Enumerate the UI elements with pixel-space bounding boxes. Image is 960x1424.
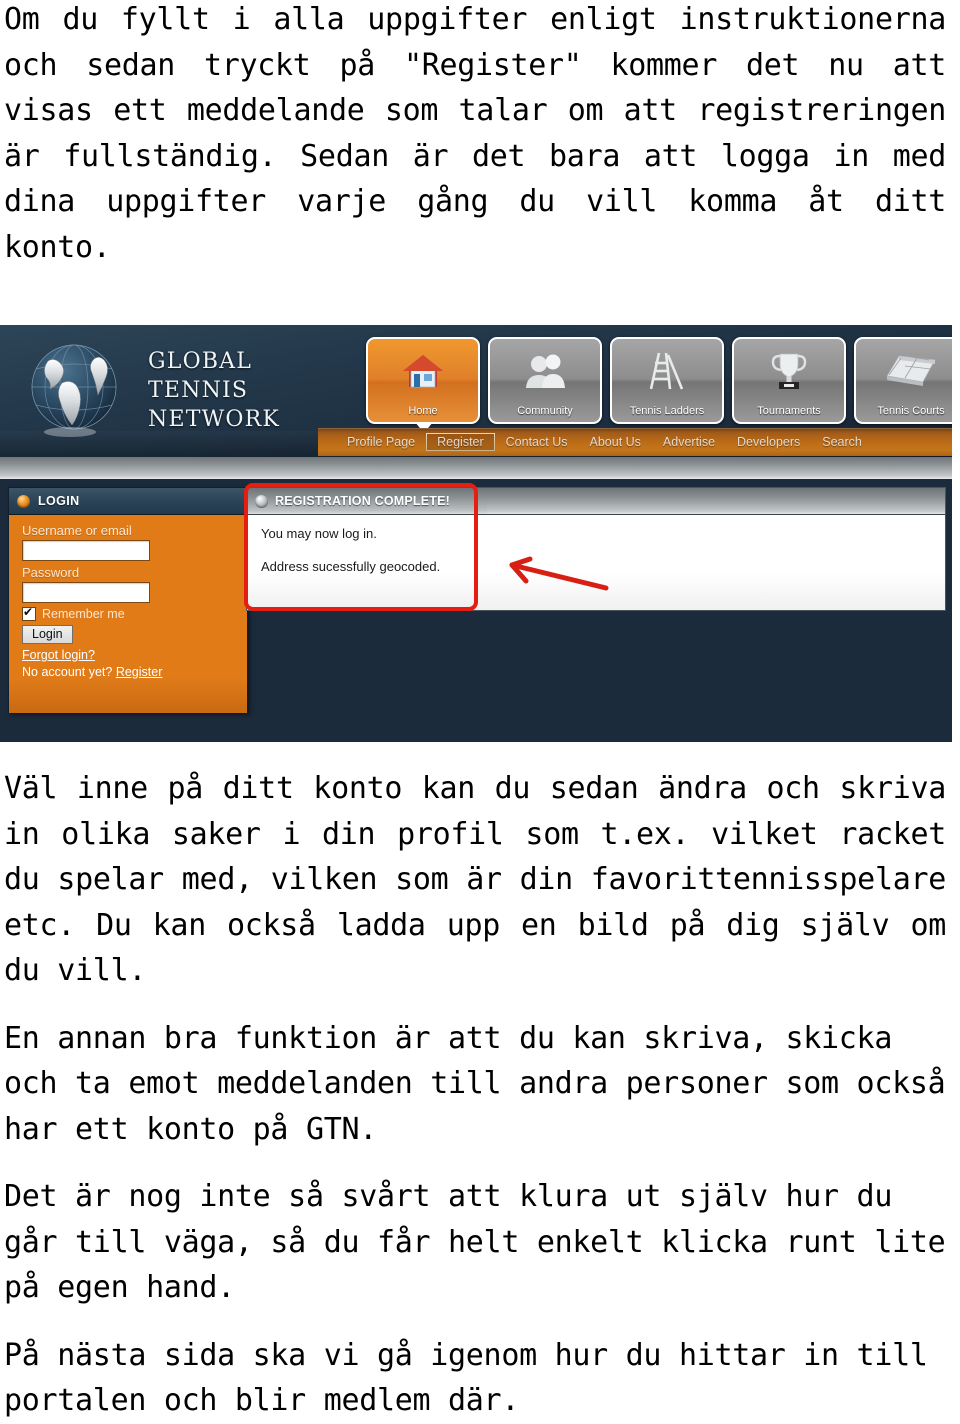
grey-orb-icon <box>255 494 268 508</box>
login-panel-header: LOGIN <box>9 488 247 515</box>
nav-label: Tournaments <box>757 405 821 417</box>
paragraph-explore: Det är nog inte så svårt att klura ut sj… <box>4 1179 946 1305</box>
paragraph-messages: En annan bra funktion är att du kan skri… <box>4 1020 946 1147</box>
brand-wordmark: GLOBAL TENNIS NETWORK <box>148 347 318 434</box>
subnav-profile-page[interactable]: Profile Page <box>336 433 426 451</box>
subnav-contact-us[interactable]: Contact Us <box>495 433 579 451</box>
nav-button-tournaments[interactable]: Tournaments <box>732 337 846 424</box>
globe-icon <box>31 344 117 437</box>
subnav-developers[interactable]: Developers <box>726 433 811 451</box>
registration-panel-header: REGISTRATION COMPLETE! <box>247 488 487 514</box>
registration-panel-title: REGISTRATION COMPLETE! <box>275 494 450 508</box>
password-label: Password <box>22 565 80 580</box>
username-input[interactable] <box>22 540 150 561</box>
subnav-search[interactable]: Search <box>811 433 873 451</box>
body-text-block: Väl inne på ditt konto kan du sedan ändr… <box>0 766 952 1424</box>
register-link[interactable]: Register <box>116 665 163 679</box>
brand-line-1: GLOBAL <box>148 349 253 374</box>
forgot-login-link[interactable]: Forgot login? <box>22 647 247 664</box>
nav-label: Community <box>517 405 573 417</box>
site-logo[interactable]: GLOBAL TENNIS NETWORK <box>8 329 308 454</box>
annotation-arrow-icon <box>509 556 609 591</box>
nav-button-community[interactable]: Community <box>488 337 602 424</box>
brand-line-2: TENNIS <box>148 378 249 403</box>
login-button[interactable]: Login <box>22 625 73 644</box>
paragraph-profile: Väl inne på ditt konto kan du sedan ändr… <box>4 771 946 988</box>
login-links: Forgot login? No account yet? Register <box>22 647 247 681</box>
subnav-about-us[interactable]: About Us <box>579 433 652 451</box>
paragraph-intro: Om du fyllt i alla uppgifter enligt inst… <box>4 2 946 265</box>
header-divider <box>0 457 952 480</box>
site-header: GLOBAL TENNIS NETWORK Home Community Ten… <box>0 325 952 458</box>
ladder-icon <box>612 347 722 395</box>
people-icon <box>490 347 600 395</box>
gtn-website-screenshot: GLOBAL TENNIS NETWORK Home Community Ten… <box>0 325 952 742</box>
subnav-register[interactable]: Register <box>426 433 495 451</box>
document-page: Om du fyllt i alla uppgifter enligt inst… <box>0 0 960 1418</box>
secondary-nav: Profile Page Register Contact Us About U… <box>318 428 952 456</box>
nav-button-tennis-courts[interactable]: Tennis Courts <box>854 337 952 424</box>
site-body: LOGIN Username or email Password Remembe… <box>0 479 952 742</box>
remember-me-checkbox[interactable] <box>22 605 36 621</box>
nav-button-home[interactable]: Home <box>366 337 480 433</box>
password-input[interactable] <box>22 582 150 603</box>
login-panel: LOGIN Username or email Password Remembe… <box>8 487 248 713</box>
registration-messages: You may now log in. Address sucessfully … <box>261 526 440 592</box>
registration-message-2: Address sucessfully geocoded. <box>261 559 441 574</box>
login-panel-title: LOGIN <box>38 494 80 508</box>
nav-label: Home <box>408 405 438 417</box>
nav-button-tennis-ladders[interactable]: Tennis Ladders <box>610 337 724 424</box>
no-account-row: No account yet? Register <box>22 664 247 681</box>
orange-orb-icon <box>17 494 30 508</box>
court-icon <box>856 347 952 395</box>
username-label: Username or email <box>22 523 132 538</box>
remember-me-row[interactable]: Remember me <box>22 605 247 621</box>
nav-label: Tennis Ladders <box>629 405 705 417</box>
primary-nav: Home Community Tennis Ladders Tournament… <box>366 337 952 433</box>
brand-line-3: NETWORK <box>148 407 281 432</box>
intro-text-block: Om du fyllt i alla uppgifter enligt inst… <box>0 0 952 270</box>
registration-message-1: You may now log in. <box>261 526 377 541</box>
login-form: Username or email Password Remember me L… <box>9 515 247 713</box>
nav-label: Tennis Courts <box>877 405 945 417</box>
paragraph-next-page: På nästa sida ska vi gå igenom hur du hi… <box>4 1337 928 1419</box>
house-icon <box>368 347 478 395</box>
trophy-icon <box>734 347 844 395</box>
remember-me-label: Remember me <box>42 607 125 621</box>
no-account-text: No account yet? <box>22 665 113 679</box>
subnav-advertise[interactable]: Advertise <box>652 433 726 451</box>
